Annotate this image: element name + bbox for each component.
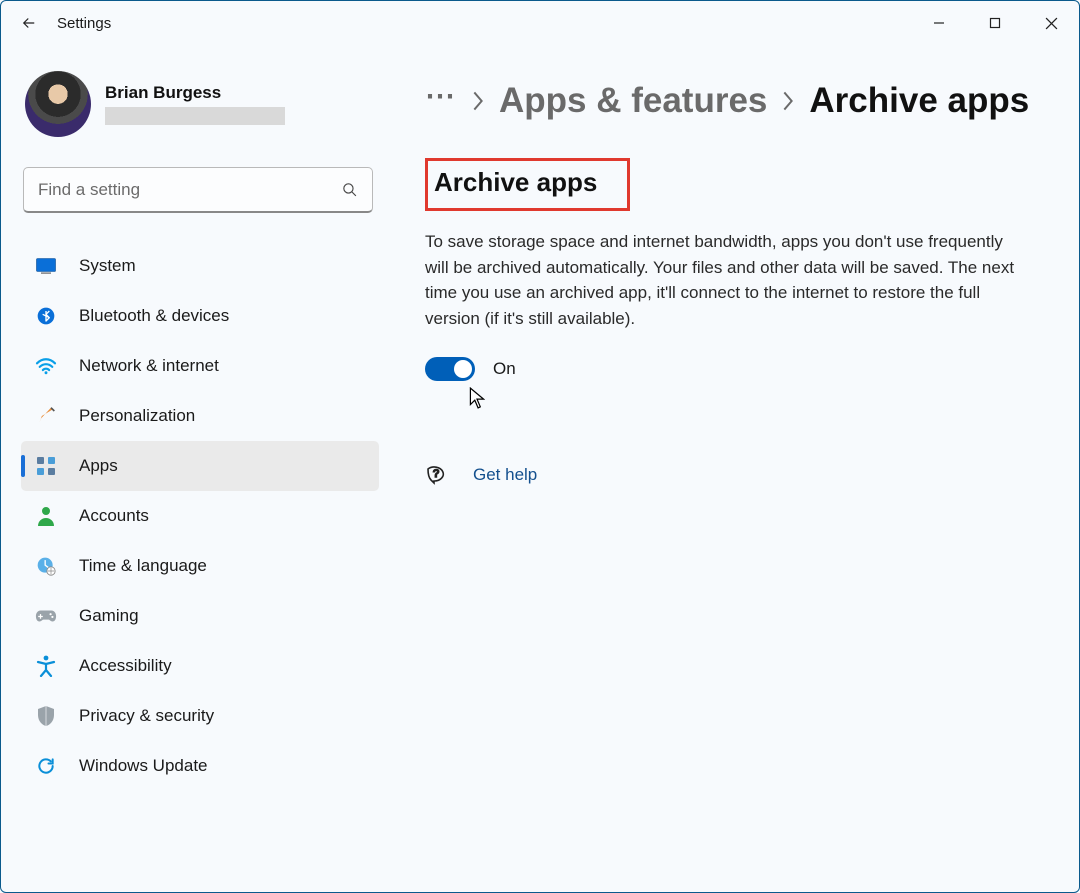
main-content: ⋯ Apps & features Archive apps Archive a… [391, 45, 1079, 892]
maximize-button[interactable] [967, 1, 1023, 45]
nav-item-windows-update[interactable]: Windows Update [21, 741, 379, 791]
bluetooth-icon [35, 305, 57, 327]
nav-label: Privacy & security [79, 706, 214, 726]
clock-globe-icon [35, 555, 57, 577]
person-icon [35, 505, 57, 527]
gamepad-icon [35, 605, 57, 627]
section-title: Archive apps [428, 161, 627, 208]
get-help-link[interactable]: Get help [473, 465, 537, 485]
toggle-knob [454, 360, 472, 378]
sidebar: Brian Burgess System Bluetooth & devi [1, 45, 391, 892]
help-icon: ? [425, 463, 449, 487]
nav-item-time-language[interactable]: Time & language [21, 541, 379, 591]
nav-label: System [79, 256, 136, 276]
search-icon [341, 181, 358, 198]
accessibility-icon [35, 655, 57, 677]
nav-label: Time & language [79, 556, 207, 576]
system-icon [35, 255, 57, 277]
breadcrumb: ⋯ Apps & features Archive apps [425, 79, 1065, 122]
nav-label: Accounts [79, 506, 149, 526]
back-button[interactable] [13, 7, 45, 39]
profile-name: Brian Burgess [105, 83, 285, 103]
app-title: Settings [57, 15, 111, 32]
window-controls [911, 1, 1079, 45]
search-box[interactable] [23, 167, 373, 213]
breadcrumb-overflow[interactable]: ⋯ [425, 79, 457, 122]
search-input[interactable] [38, 180, 341, 200]
highlight-annotation: Archive apps [425, 158, 630, 211]
nav-list: System Bluetooth & devices Network & int… [21, 241, 379, 791]
avatar [25, 71, 91, 137]
svg-text:?: ? [433, 468, 439, 480]
nav-label: Accessibility [79, 656, 172, 676]
nav-label: Apps [79, 456, 118, 476]
nav-item-system[interactable]: System [21, 241, 379, 291]
nav-item-bluetooth[interactable]: Bluetooth & devices [21, 291, 379, 341]
cursor-icon [469, 387, 485, 409]
close-button[interactable] [1023, 1, 1079, 45]
nav-label: Bluetooth & devices [79, 306, 229, 326]
breadcrumb-parent[interactable]: Apps & features [499, 81, 767, 121]
profile-email-redacted [105, 107, 285, 125]
breadcrumb-current: Archive apps [809, 81, 1029, 121]
shield-icon [35, 705, 57, 727]
apps-icon [35, 455, 57, 477]
nav-label: Network & internet [79, 356, 219, 376]
toggle-state-label: On [493, 359, 516, 379]
nav-label: Personalization [79, 406, 195, 426]
chevron-right-icon [471, 90, 485, 112]
nav-item-gaming[interactable]: Gaming [21, 591, 379, 641]
nav-item-accessibility[interactable]: Accessibility [21, 641, 379, 691]
paintbrush-icon [35, 405, 57, 427]
minimize-button[interactable] [911, 1, 967, 45]
nav-item-privacy[interactable]: Privacy & security [21, 691, 379, 741]
nav-label: Gaming [79, 606, 139, 626]
update-icon [35, 755, 57, 777]
nav-item-personalization[interactable]: Personalization [21, 391, 379, 441]
section-description: To save storage space and internet bandw… [425, 229, 1015, 331]
nav-item-network[interactable]: Network & internet [21, 341, 379, 391]
nav-label: Windows Update [79, 756, 208, 776]
nav-item-apps[interactable]: Apps [21, 441, 379, 491]
profile-block[interactable]: Brian Burgess [21, 61, 379, 151]
archive-apps-toggle[interactable] [425, 357, 475, 381]
chevron-right-icon [781, 90, 795, 112]
nav-item-accounts[interactable]: Accounts [21, 491, 379, 541]
wifi-icon [35, 355, 57, 377]
